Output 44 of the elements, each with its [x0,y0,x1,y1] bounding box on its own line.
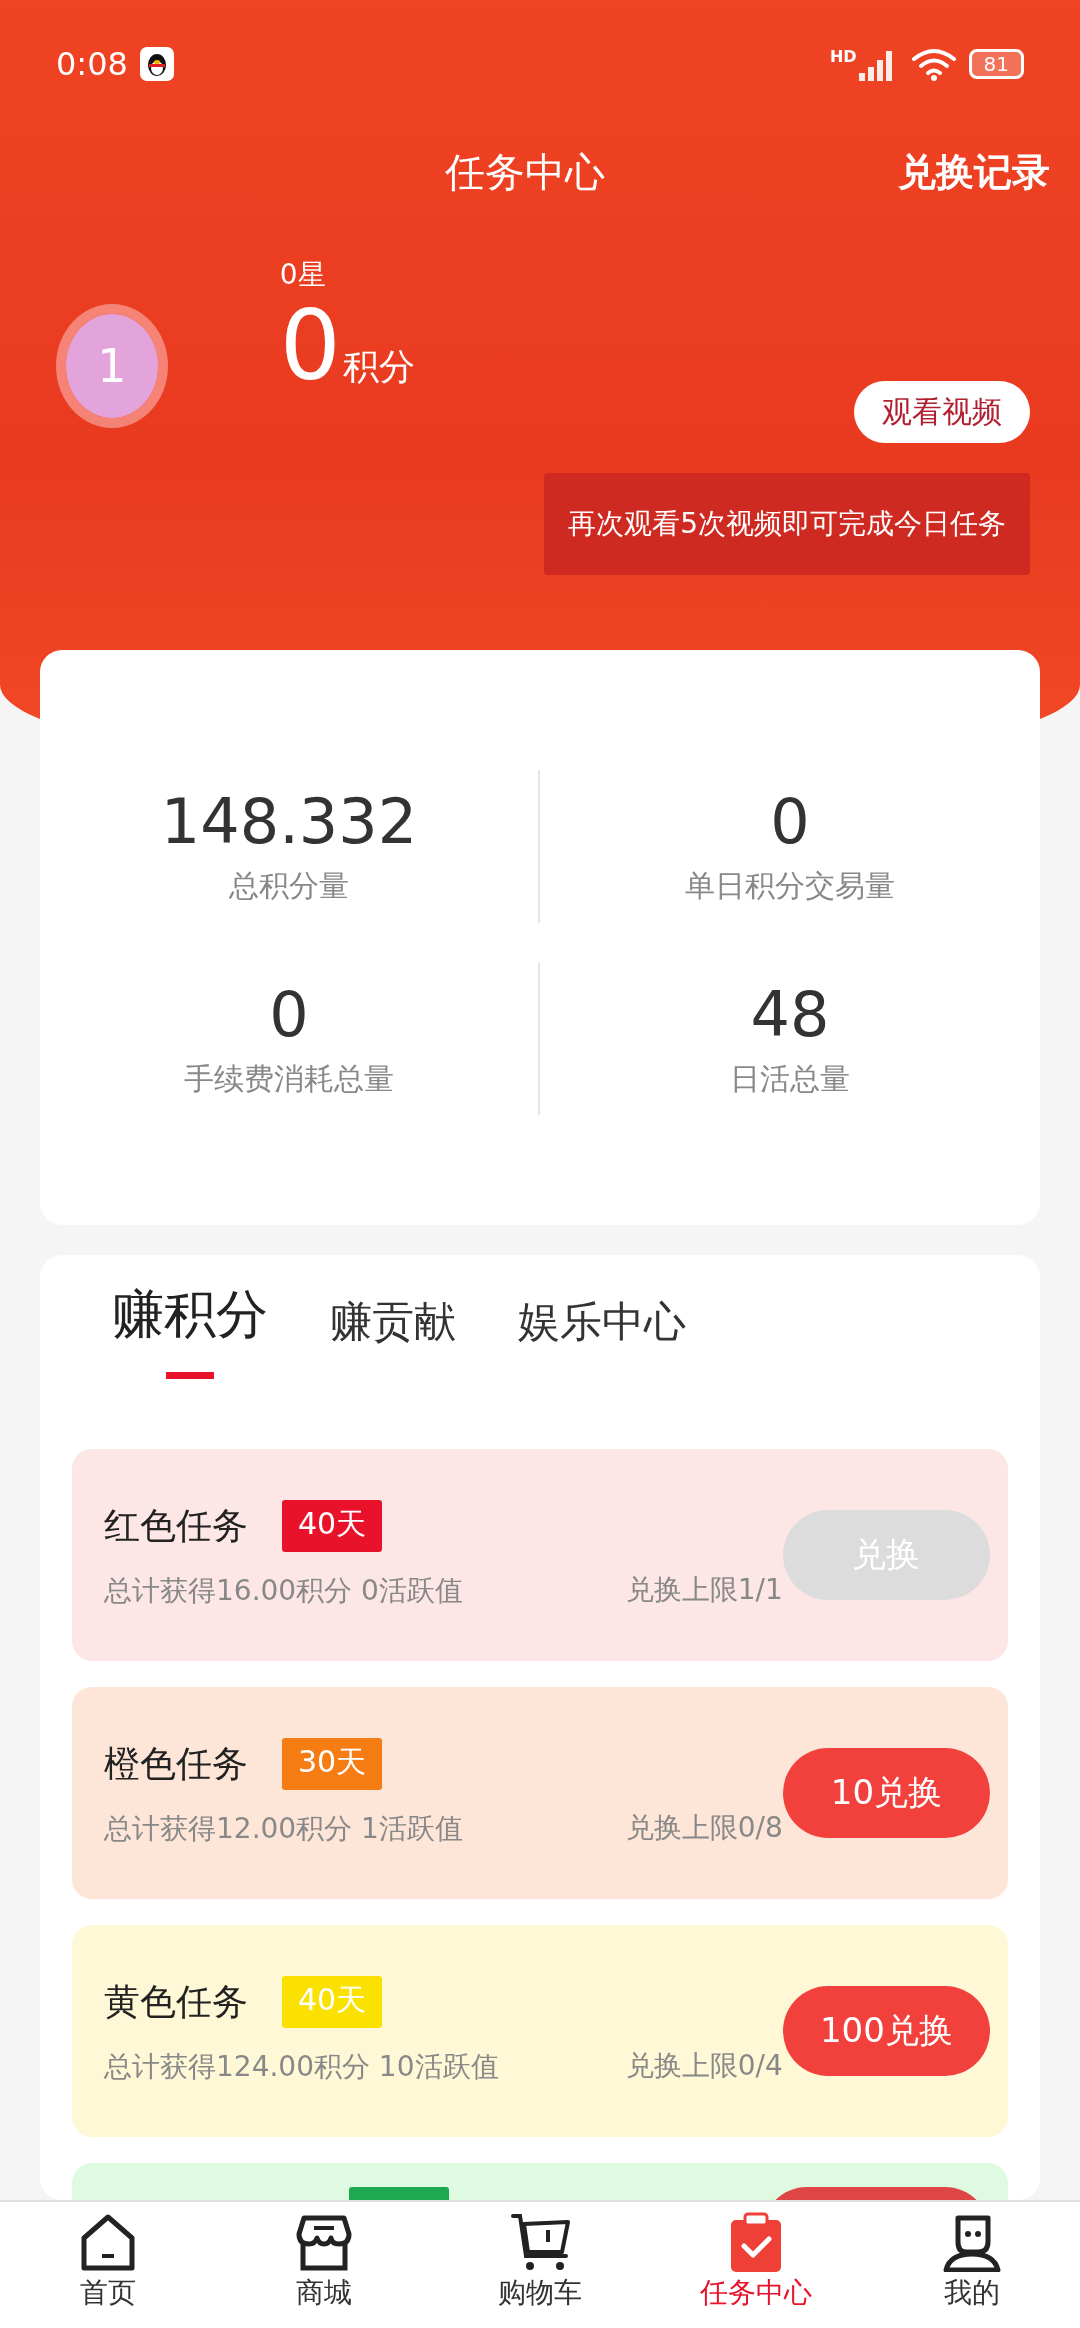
nav-item[interactable]: 首页 [33,2212,183,2312]
exchange-limit: 兑换上限0/8 [625,1810,783,1846]
stat-label: 总积分量 [229,867,349,906]
exchange-limit: 兑换上限0/4 [625,2048,783,2084]
clock-time: 0:08 [56,45,128,83]
duration-badge: 40天 [282,1976,382,2028]
points-value: 0 [279,294,341,400]
star-level: 0星 [279,257,327,293]
stat-label: 单日积分交易量 [685,867,895,906]
tab[interactable]: 赚积分 [112,1280,268,1379]
points-unit: 积分 [342,345,415,389]
exchange-button[interactable]: 100兑换 [782,1986,990,2076]
task-title: 黄色任务 [104,1979,248,2024]
wifi-icon [910,47,957,81]
task-title: 橙色任务 [104,1741,248,1786]
nav-item[interactable]: 商城 [249,2212,399,2312]
exchange-record-link[interactable]: 兑换记录 [860,146,1050,198]
duration-badge: 40天 [282,1500,382,1552]
tooltip: 再次观看5次视频即可完成今日任务 [544,473,1030,575]
tab[interactable]: 娱乐中心 [518,1294,686,1379]
task-summary: 总计获得12.00积分 1活跃值 [104,1811,464,1847]
task-summary: 总计获得124.00积分 10活跃值 [104,2049,500,2085]
nav-item[interactable]: 任务中心 [681,2212,831,2312]
nav-item[interactable]: 购物车 [465,2212,615,2312]
nav-item[interactable]: 我的 [897,2212,1047,2312]
watch-video-button[interactable]: 观看视频 [854,381,1030,443]
task-summary: 总计获得16.00积分 0活跃值 [104,1573,464,1609]
network-type: HD [829,47,857,66]
penguin-icon [139,47,174,81]
duration-badge: 30天 [282,1738,382,1790]
stat-value: 148.332 [160,785,418,859]
tab[interactable]: 赚贡献 [330,1294,456,1379]
stat-label: 手续费消耗总量 [184,1059,394,1098]
stat-label: 日活总量 [730,1059,850,1098]
page-title: 任务中心 [445,147,605,197]
stat-value: 48 [750,977,830,1051]
avatar: 1 [56,304,168,428]
stat-value: 0 [770,785,810,859]
task-title: 红色任务 [104,1503,248,1548]
battery-indicator: 81 [968,49,1024,79]
stat-value: 0 [269,977,309,1051]
cart-icon [510,2212,570,2272]
exchange-button[interactable]: 10兑换 [782,1748,990,1838]
exchange-limit: 兑换上限1/1 [625,1572,783,1608]
